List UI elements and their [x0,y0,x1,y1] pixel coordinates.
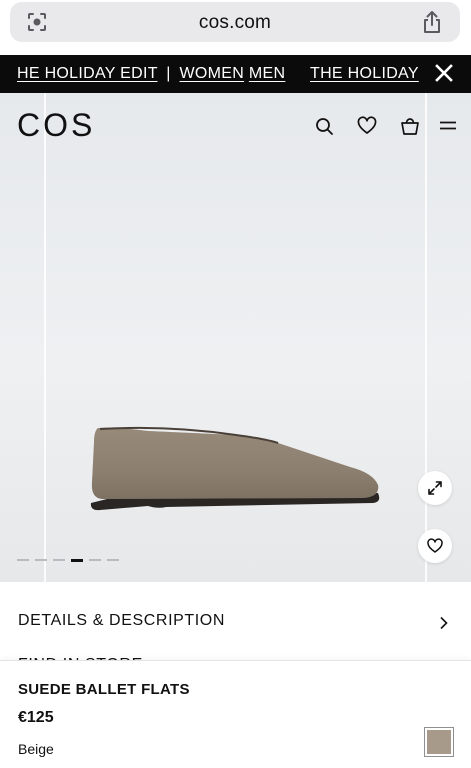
slide-divider [44,93,46,582]
menu-icon[interactable] [437,115,459,137]
promo-ticker: HE HOLIDAY EDIT | WOMEN MEN [17,65,285,83]
share-icon[interactable] [422,10,442,34]
promo-holiday-link[interactable]: THE HOLIDAY [310,65,419,83]
add-to-wishlist-button[interactable] [418,529,452,563]
gallery-dot[interactable] [89,559,101,561]
product-gallery[interactable]: COS [0,93,471,582]
cos-logo[interactable]: COS [17,107,95,144]
heart-icon [427,538,443,553]
gallery-dot[interactable] [107,559,119,561]
details-description-label: DETAILS & DESCRIPTION [18,612,226,629]
product-image-shoe [90,426,380,511]
gallery-dot[interactable] [35,559,47,561]
gallery-dot[interactable] [53,559,65,561]
product-name: SUEDE BALLET FLATS [18,681,190,698]
search-icon[interactable] [313,115,335,137]
promo-separator: | [166,65,171,82]
promo-holiday-edit-link[interactable]: HE HOLIDAY EDIT [17,65,158,82]
url-domain: cos.com [198,12,272,33]
gallery-dot[interactable] [71,559,83,562]
product-color-name: Beige [18,741,54,757]
expand-icon [428,481,442,495]
color-swatch[interactable] [424,727,454,757]
promo-women-link[interactable]: WOMEN [180,65,245,82]
gallery-pagination [17,559,119,563]
sticky-product-bar: SUEDE BALLET FLATS €125 Beige [0,660,471,768]
product-price: €125 [18,709,54,726]
expand-image-button[interactable] [418,471,452,505]
color-swatch-fill [427,730,451,754]
address-bar[interactable]: cos.com [10,2,460,42]
promo-banner: HE HOLIDAY EDIT | WOMEN MEN THE HOLIDAY [0,55,471,93]
browser-chrome: cos.com [0,0,471,56]
slide-divider [425,93,427,582]
product-details-section: DETAILS & DESCRIPTION FIND IN STORE [0,582,471,673]
promo-men-link[interactable]: MEN [249,65,285,82]
chevron-right-icon [440,616,448,630]
close-icon[interactable] [435,64,453,82]
gallery-dot[interactable] [17,559,29,561]
bag-icon[interactable] [399,115,421,137]
details-description-row[interactable]: DETAILS & DESCRIPTION [18,612,453,636]
heart-icon[interactable] [356,115,378,137]
